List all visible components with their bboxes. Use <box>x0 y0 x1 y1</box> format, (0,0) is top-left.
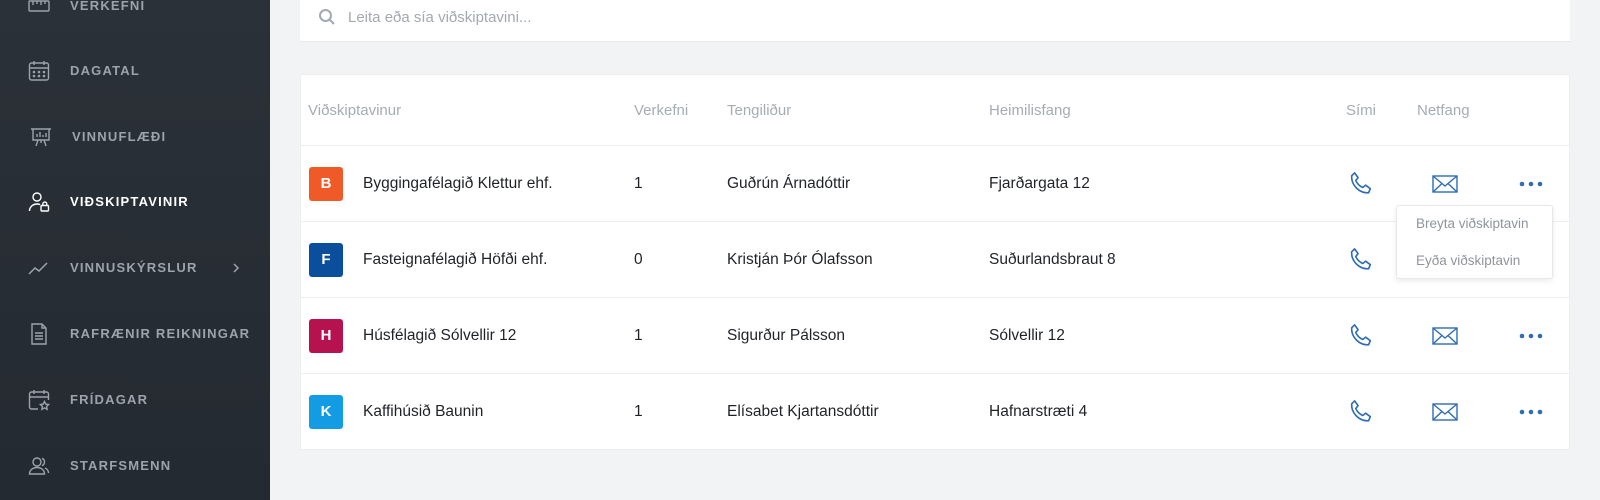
sidebar: VERKEFNI DAGATAL VINNUFLÆÐI VIÐSKIPTAVIN… <box>0 0 270 500</box>
column-header-email: Netfang <box>1417 102 1470 119</box>
more-options-icon[interactable] <box>1517 170 1545 198</box>
sidebar-item-label: VIÐSKIPTAVINIR <box>70 194 189 209</box>
table-row[interactable]: F Fasteignafélagið Höfði ehf. 0 Kristján… <box>301 222 1569 298</box>
ruler-icon <box>28 0 50 12</box>
contact-name: Sigurður Pálsson <box>727 327 846 344</box>
phone-icon[interactable] <box>1347 170 1375 198</box>
column-header-address[interactable]: Heimilisfang <box>989 75 1071 146</box>
email-icon[interactable] <box>1431 322 1459 350</box>
table-header: Viðskiptavinur Verkefni Tengiliður Heimi… <box>301 75 1569 146</box>
table-row[interactable]: K Kaffihúsið Baunin 1 Elísabet Kjartansd… <box>301 374 1569 450</box>
search-bar <box>300 0 1570 42</box>
project-count: 1 <box>634 403 643 420</box>
column-header-contact[interactable]: Tengiliður <box>727 75 791 146</box>
project-count: 0 <box>634 251 643 268</box>
sidebar-item-label: STARFSMENN <box>70 458 172 473</box>
trend-line-icon <box>28 262 48 275</box>
delete-customer-menu-item[interactable]: Eyða viðskiptavin <box>1416 253 1520 268</box>
calendar-icon <box>28 61 50 81</box>
users-icon <box>28 457 50 475</box>
column-header-projects[interactable]: Verkefni <box>634 75 688 146</box>
phone-icon[interactable] <box>1347 322 1375 350</box>
customer-name[interactable]: Kaffihúsið Baunin <box>363 374 483 450</box>
email-icon[interactable] <box>1431 170 1459 198</box>
avatar: K <box>309 395 343 429</box>
customer-name[interactable]: Fasteignafélagið Höfði ehf. <box>363 222 547 298</box>
table-row[interactable]: H Húsfélagið Sólvellir 12 1 Sigurður Pál… <box>301 298 1569 374</box>
avatar: F <box>309 243 343 277</box>
chevron-right-icon <box>233 263 240 273</box>
sidebar-item-rafraenir-reikningar[interactable]: RAFRÆNIR REIKNINGAR <box>0 314 270 354</box>
sidebar-item-starfsmenn[interactable]: STARFSMENN <box>0 446 270 486</box>
sidebar-item-label: VINNUSKÝRSLUR <box>70 260 198 275</box>
email-icon[interactable] <box>1431 398 1459 426</box>
address: Hafnarstræti 4 <box>989 403 1088 420</box>
sidebar-item-dagatal[interactable]: DAGATAL <box>0 51 270 91</box>
column-header-customer[interactable]: Viðskiptavinur <box>308 75 401 146</box>
project-count: 1 <box>634 175 643 192</box>
phone-icon[interactable] <box>1347 246 1375 274</box>
avatar: B <box>309 167 343 201</box>
sidebar-item-label: RAFRÆNIR REIKNINGAR <box>70 326 251 341</box>
contact-name: Kristján Þór Ólafsson <box>727 251 873 268</box>
column-header-phone: Sími <box>1346 102 1376 119</box>
sidebar-item-label: DAGATAL <box>70 63 141 78</box>
more-options-icon[interactable] <box>1517 398 1545 426</box>
sidebar-item-label: VERKEFNI <box>70 0 146 13</box>
contact-name: Guðrún Árnadóttir <box>727 175 851 192</box>
presentation-board-icon <box>31 128 51 147</box>
customers-table: Viðskiptavinur Verkefni Tengiliður Heimi… <box>300 74 1570 450</box>
sidebar-item-vinnuskyrslur[interactable]: VINNUSKÝRSLUR <box>0 248 270 288</box>
sidebar-item-vidskiptavinir[interactable]: VIÐSKIPTAVINIR <box>0 182 270 222</box>
search-icon <box>319 9 335 25</box>
phone-icon[interactable] <box>1347 398 1375 426</box>
sidebar-item-vinnuflaedi[interactable]: VINNUFLÆÐI <box>0 117 270 157</box>
document-icon <box>31 323 47 345</box>
search-input[interactable] <box>348 2 1248 32</box>
sidebar-item-verkefni[interactable]: VERKEFNI <box>0 0 270 26</box>
sidebar-item-label: VINNUFLÆÐI <box>72 129 167 144</box>
more-options-icon[interactable] <box>1517 322 1545 350</box>
project-count: 1 <box>634 327 643 344</box>
edit-customer-menu-item[interactable]: Breyta viðskiptavin <box>1416 216 1529 231</box>
address: Sólvellir 12 <box>989 327 1065 344</box>
customer-name[interactable]: Húsfélagið Sólvellir 12 <box>363 298 516 374</box>
address: Fjarðargata 12 <box>989 175 1090 192</box>
sidebar-item-fridagar[interactable]: FRÍDAGAR <box>0 380 270 420</box>
address: Suðurlandsbraut 8 <box>989 251 1116 268</box>
customer-name[interactable]: Byggingafélagið Klettur ehf. <box>363 146 553 222</box>
sidebar-item-label: FRÍDAGAR <box>70 392 149 407</box>
user-lock-icon <box>28 192 50 212</box>
table-row[interactable]: B Byggingafélagið Klettur ehf. 1 Guðrún … <box>301 146 1569 222</box>
calendar-star-icon <box>28 390 51 411</box>
avatar: H <box>309 319 343 353</box>
contact-name: Elísabet Kjartansdóttir <box>727 403 879 420</box>
row-actions-dropdown: Breyta viðskiptavin Eyða viðskiptavin <box>1396 205 1553 279</box>
